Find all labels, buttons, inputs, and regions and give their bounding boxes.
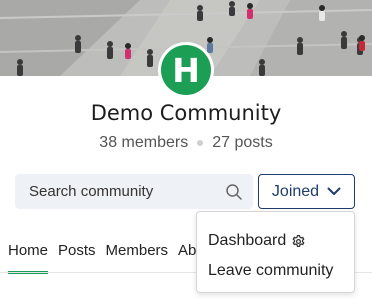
community-tabs: Home Posts Members About [0, 236, 196, 274]
chevron-down-icon [327, 187, 341, 195]
joined-button-label: Joined [271, 182, 320, 200]
gear-icon [292, 234, 305, 247]
tab-home[interactable]: Home [8, 236, 49, 274]
search-box [15, 174, 253, 209]
tab-members[interactable]: Members [106, 236, 169, 274]
joined-button[interactable]: Joined [258, 174, 355, 209]
community-avatar: H [158, 42, 214, 98]
search-icon[interactable] [225, 183, 243, 201]
menu-item-dashboard[interactable]: Dashboard [197, 226, 354, 256]
tab-posts[interactable]: Posts [58, 236, 96, 274]
menu-item-dashboard-label: Dashboard [208, 232, 287, 249]
community-logo-letter: H [161, 45, 211, 95]
separator-dot [197, 139, 204, 146]
membership-dropdown-menu: Dashboard Leave community [196, 211, 355, 293]
community-stats: 38 members 27 posts [0, 134, 372, 152]
community-title: Demo Community [90, 101, 282, 125]
menu-item-leave-community[interactable]: Leave community [197, 256, 354, 286]
post-count: 27 posts [212, 134, 273, 151]
menu-item-leave-community-label: Leave community [208, 262, 334, 279]
tab-about[interactable]: About [178, 236, 196, 274]
search-input[interactable] [29, 183, 225, 200]
member-count: 38 members [99, 134, 189, 151]
